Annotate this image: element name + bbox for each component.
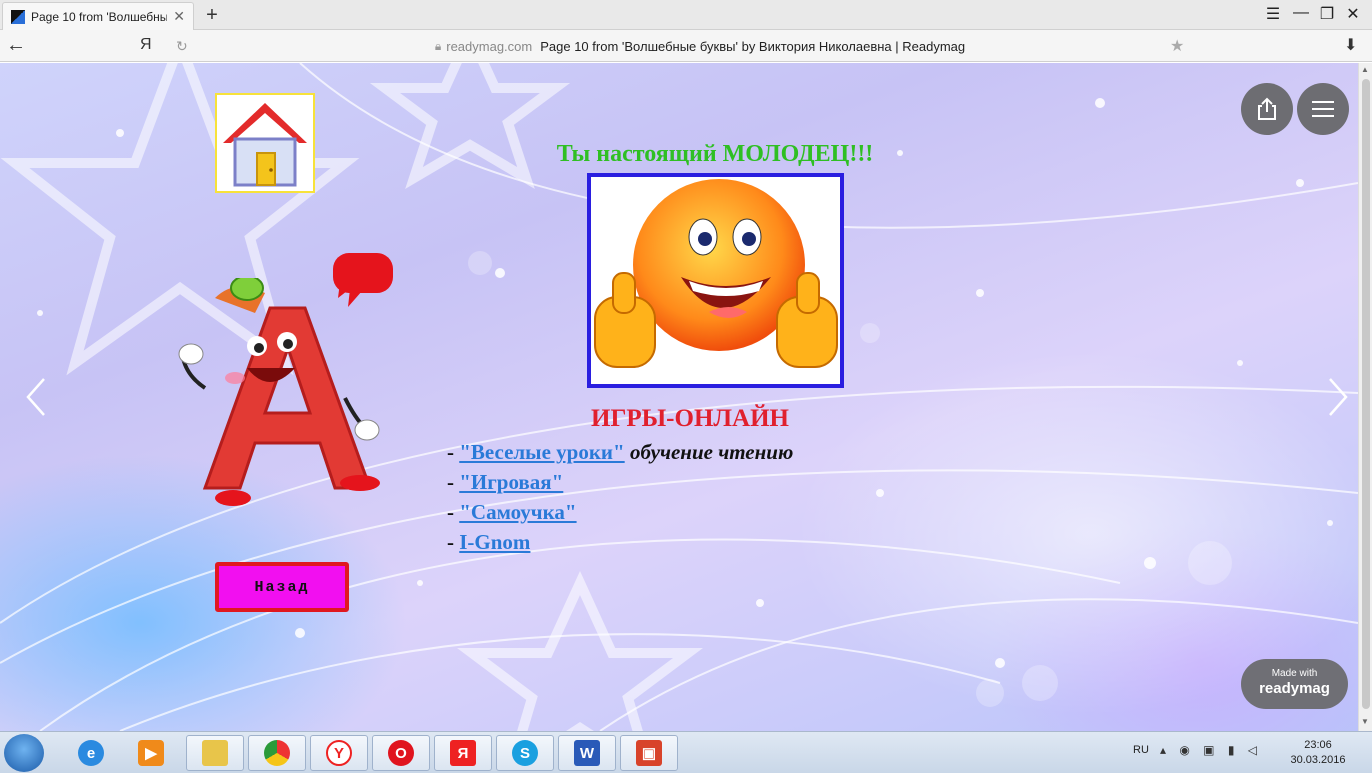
list-dash: - [447,440,454,464]
explorer-icon[interactable] [186,735,244,771]
address-bar-row: ← Я ↻ 🔒︎ readymag.com Page 10 from 'Волш… [0,30,1372,62]
back-arrow-icon[interactable]: ← [6,34,26,57]
address-field[interactable]: 🔒︎ readymag.com Page 10 from 'Волшебные … [200,34,1200,58]
list-dash: - [447,470,454,494]
windows-taskbar: e ▶ Y O Я S W ▣ RU ▴ ◉ ▣ ▮ ◁ 23:06 30.03… [0,731,1372,773]
internet-explorer-icon[interactable]: e [62,735,120,771]
skype-icon[interactable]: S [496,735,554,771]
readymag-brand: readymag [1259,680,1330,697]
previous-page-arrow-icon[interactable] [22,375,52,419]
made-with-readymag-badge[interactable]: Made with readymag [1241,659,1348,709]
media-player-icon[interactable]: ▶ [122,735,180,771]
lock-icon: 🔒︎ [434,38,442,53]
vertical-scrollbar[interactable]: ▲ ▼ [1358,63,1372,731]
made-with-label: Made with [1271,668,1318,679]
download-icon[interactable]: ⬇ [1344,35,1357,55]
scroll-up-icon[interactable]: ▲ [1361,65,1369,74]
tab-title: Page 10 from 'Волшебны [31,9,168,24]
scroll-down-icon[interactable]: ▼ [1361,717,1369,726]
share-button[interactable] [1241,83,1293,135]
browser-tab-bar: Page 10 from 'Волшебны ✕ + ☰ — ❐ ✕ [0,0,1372,30]
browser-tab[interactable]: Page 10 from 'Волшебны ✕ [2,2,194,30]
word-icon[interactable]: W [558,735,616,771]
presentation-icon[interactable]: ▣ [620,735,678,771]
opera-icon[interactable]: O [372,735,430,771]
page-title: Ты настоящий МОЛОДЕЦ!!! [556,141,874,167]
house-icon [223,103,307,187]
home-button[interactable] [215,93,315,193]
back-button[interactable]: Назад [215,562,349,612]
yandex-icon[interactable]: Я [434,735,492,771]
list-item: - "Игровая" [447,468,793,498]
letter-a-character-image: А [178,278,380,506]
game-link-samouchka[interactable]: "Самоучка" [459,500,576,524]
list-item: - I-Gnom [447,528,793,558]
url-domain: readymag.com [446,38,533,54]
game-link-igrovaya[interactable]: "Игровая" [459,470,563,494]
minimize-button[interactable]: — [1290,4,1312,22]
yandex-browser-icon[interactable]: Y [310,735,368,771]
game-description: обучение чтению [624,440,794,464]
language-indicator[interactable]: RU [1133,744,1149,756]
games-heading: ИГРЫ-ОНЛАЙН [591,405,789,432]
list-item: - "Веселые уроки" обучение чтению [447,438,793,468]
scroll-thumb[interactable] [1362,79,1370,709]
readymag-page: А Ты настоящий МОЛОДЕЦ!!! [0,63,1358,731]
list-dash: - [447,500,454,524]
games-list: - "Веселые уроки" обучение чтению - "Игр… [447,438,793,558]
smiley-thumbs-up-image [587,173,844,388]
next-page-arrow-icon[interactable] [1322,375,1352,419]
clock-time: 23:06 [1304,739,1332,751]
maximize-button[interactable]: ❐ [1316,4,1338,24]
list-dash: - [447,530,454,554]
start-button[interactable] [4,734,44,772]
list-item: - "Самоучка" [447,498,793,528]
url-page-title: Page 10 from 'Волшебные буквы' by Виктор… [540,38,966,54]
share-icon [1258,97,1276,120]
game-link-i-gnom[interactable]: I-Gnom [459,530,530,554]
reload-icon[interactable]: ↻ [176,38,188,55]
tab-close-icon[interactable]: ✕ [173,8,185,25]
game-link-veselye-uroki[interactable]: "Веселые уроки" [459,440,624,464]
yandex-button[interactable]: Я [140,36,152,54]
close-window-button[interactable]: ✕ [1342,4,1364,24]
new-tab-button[interactable]: + [202,4,222,27]
chrome-icon[interactable] [248,735,306,771]
menu-icon[interactable]: ☰ [1262,4,1284,24]
menu-button[interactable] [1297,83,1349,135]
readymag-favicon-icon [11,9,25,24]
clock-date: 30.03.2016 [1290,754,1346,766]
bookmark-star-icon[interactable]: ★ [1170,36,1184,56]
taskbar-clock[interactable]: 23:06 30.03.2016 [1286,738,1350,768]
system-tray-icons[interactable]: ▴ ◉ ▣ ▮ ◁ [1160,743,1262,757]
speech-bubble-icon [333,253,393,307]
hamburger-icon [1312,101,1334,117]
